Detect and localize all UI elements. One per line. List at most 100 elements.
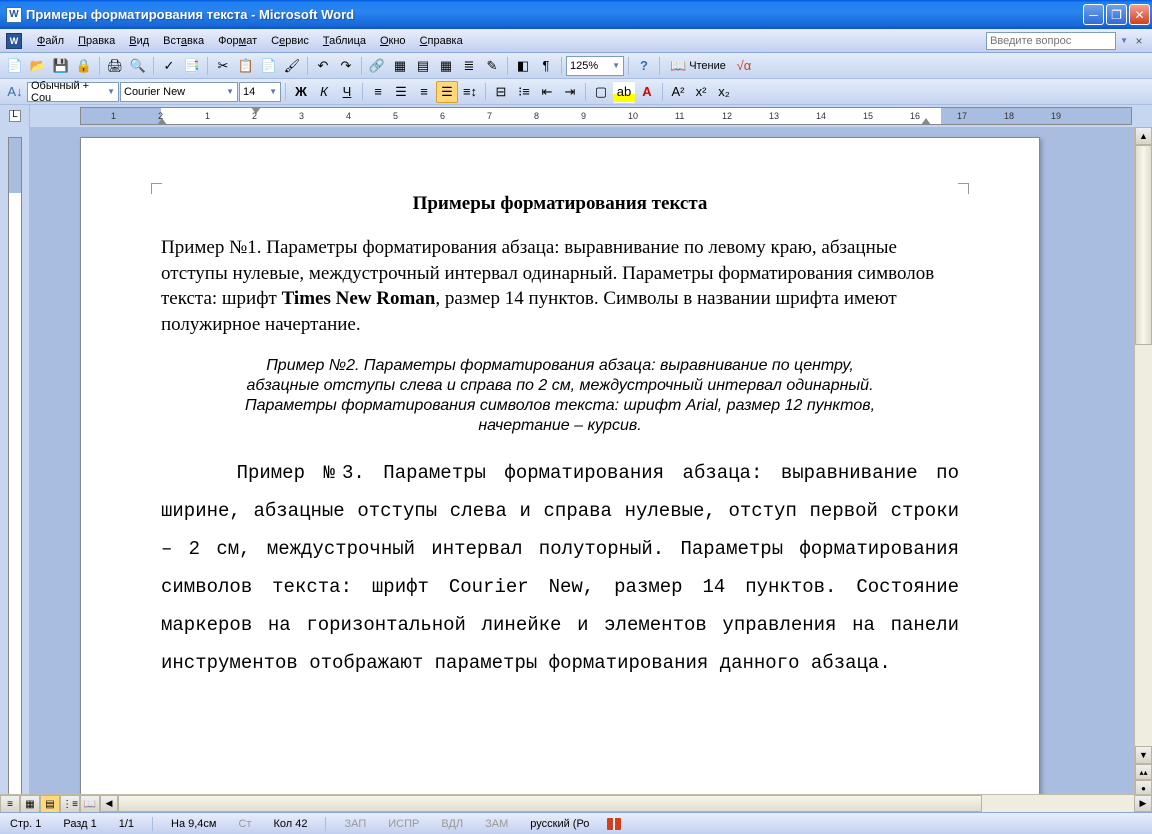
show-marks-button[interactable]: ¶: [535, 55, 557, 77]
tables-borders-button[interactable]: ▦: [389, 55, 411, 77]
menu-help[interactable]: Справка: [413, 32, 470, 50]
prev-page-button[interactable]: ▴▴: [1135, 764, 1152, 780]
minimize-button[interactable]: ─: [1083, 4, 1104, 25]
paste-button[interactable]: 📄: [258, 55, 280, 77]
menu-format[interactable]: Формат: [211, 32, 264, 50]
document-scroll[interactable]: Примеры форматирования текста Пример №1.…: [30, 127, 1134, 812]
formula-button[interactable]: √α: [733, 55, 755, 77]
open-button[interactable]: 📂: [27, 55, 49, 77]
right-indent-icon[interactable]: [921, 118, 931, 125]
italic-button[interactable]: К: [313, 81, 335, 103]
status-ext[interactable]: ВДЛ: [437, 818, 467, 830]
vertical-ruler[interactable]: [0, 127, 30, 812]
tab-selector[interactable]: └: [0, 105, 30, 127]
reading-view-button[interactable]: 📖: [80, 795, 100, 813]
scroll-up-button[interactable]: ▲: [1135, 127, 1152, 145]
example-3-paragraph[interactable]: Пример №3. Параметры форматирования абза…: [161, 454, 959, 682]
excel-button[interactable]: ▦: [435, 55, 457, 77]
help-search-input[interactable]: [986, 32, 1116, 50]
web-view-button[interactable]: ▦: [20, 795, 40, 813]
menu-file[interactable]: Файл: [30, 32, 71, 50]
help-dropdown-icon[interactable]: ▼: [1120, 36, 1128, 45]
example-1-paragraph[interactable]: Пример №1. Параметры форматирования абза…: [161, 235, 959, 338]
font-combo[interactable]: Courier New▼: [120, 82, 238, 102]
menu-view[interactable]: Вид: [122, 32, 156, 50]
line-spacing-button[interactable]: ≡↕: [459, 81, 481, 103]
outline-view-button[interactable]: ⋮≡: [60, 795, 80, 813]
scroll-down-button[interactable]: ▼: [1135, 746, 1152, 764]
research-button[interactable]: 📑: [181, 55, 203, 77]
highlight-button[interactable]: ab: [613, 81, 635, 103]
menu-file-text: айл: [45, 35, 64, 47]
scroll-left-button[interactable]: ◀: [100, 795, 118, 812]
word-icon: W: [6, 33, 22, 49]
print-layout-view-button[interactable]: ▤: [40, 795, 60, 813]
subscript-button[interactable]: x²: [690, 81, 712, 103]
app-icon: W: [6, 7, 22, 23]
status-bar: Стр. 1 Разд 1 1/1 На 9,4см Ст Кол 42 ЗАП…: [0, 812, 1152, 834]
print-preview-button[interactable]: 🔍: [127, 55, 149, 77]
cut-button[interactable]: ✂: [212, 55, 234, 77]
doc-map-button[interactable]: ◧: [512, 55, 534, 77]
columns-button[interactable]: ≣: [458, 55, 480, 77]
font-size-combo[interactable]: 14▼: [239, 82, 281, 102]
insert-table-button[interactable]: ▤: [412, 55, 434, 77]
subscript2-button[interactable]: x₂: [713, 81, 735, 103]
vertical-scrollbar[interactable]: ▲ ▼ ▴▴ ● ▾▾: [1134, 127, 1152, 812]
status-rec[interactable]: ЗАП: [340, 818, 370, 830]
zoom-combo[interactable]: 125%▼: [566, 56, 624, 76]
close-button[interactable]: ✕: [1129, 4, 1150, 25]
menu-insert[interactable]: Вставка: [156, 32, 211, 50]
save-button[interactable]: 💾: [50, 55, 72, 77]
spell-status-icon[interactable]: [607, 818, 621, 830]
underline-button[interactable]: Ч: [336, 81, 358, 103]
decrease-indent-button[interactable]: ⇤: [536, 81, 558, 103]
print-button[interactable]: 🖨: [104, 55, 126, 77]
status-section: Разд 1: [59, 818, 100, 830]
numbering-button[interactable]: ⊟: [490, 81, 512, 103]
help-button[interactable]: ?: [633, 55, 655, 77]
styles-pane-button[interactable]: A↓: [4, 81, 26, 103]
menu-window[interactable]: Окно: [373, 32, 413, 50]
hscroll-track[interactable]: [118, 795, 1134, 812]
maximize-button[interactable]: ❐: [1106, 4, 1127, 25]
spelling-button[interactable]: ✓: [158, 55, 180, 77]
borders-button[interactable]: ▢: [590, 81, 612, 103]
permissions-button[interactable]: 🔒: [73, 55, 95, 77]
normal-view-button[interactable]: ≡: [0, 795, 20, 813]
menu-edit[interactable]: Правка: [71, 32, 122, 50]
style-combo[interactable]: Обычный + Cou▼: [27, 82, 119, 102]
hyperlink-button[interactable]: 🔗: [366, 55, 388, 77]
title-bar: W Примеры форматирования текста - Micros…: [0, 0, 1152, 29]
bold-button[interactable]: Ж: [290, 81, 312, 103]
redo-button[interactable]: ↷: [335, 55, 357, 77]
bullets-button[interactable]: ⁝≡: [513, 81, 535, 103]
align-justify-button[interactable]: ☰: [436, 81, 458, 103]
read-mode-button[interactable]: 📖 Чтение: [664, 55, 732, 77]
scroll-right-button[interactable]: ▶: [1134, 795, 1152, 812]
format-painter-button[interactable]: 🖌: [281, 55, 303, 77]
document-page[interactable]: Примеры форматирования текста Пример №1.…: [80, 137, 1040, 812]
scroll-thumb[interactable]: [1135, 145, 1152, 345]
hscroll-thumb[interactable]: [118, 795, 982, 812]
work-area: Примеры форматирования текста Пример №1.…: [0, 127, 1152, 812]
font-color-button[interactable]: A: [636, 81, 658, 103]
horizontal-ruler[interactable]: 1212345678910111213141516171819: [80, 107, 1132, 125]
align-left-button[interactable]: ≡: [367, 81, 389, 103]
drawing-button[interactable]: ✎: [481, 55, 503, 77]
menu-table[interactable]: Таблица: [316, 32, 373, 50]
status-ovr[interactable]: ЗАМ: [481, 818, 512, 830]
status-lang[interactable]: русский (Ро: [526, 818, 593, 830]
close-help-button[interactable]: ×: [1132, 34, 1146, 48]
undo-button[interactable]: ↶: [312, 55, 334, 77]
copy-button[interactable]: 📋: [235, 55, 257, 77]
superscript-button[interactable]: A²: [667, 81, 689, 103]
new-doc-button[interactable]: 📄: [4, 55, 26, 77]
menu-tools[interactable]: Сервис: [264, 32, 316, 50]
increase-indent-button[interactable]: ⇥: [559, 81, 581, 103]
align-center-button[interactable]: ☰: [390, 81, 412, 103]
example-2-paragraph[interactable]: Пример №2. Параметры форматирования абза…: [231, 356, 889, 436]
status-trk[interactable]: ИСПР: [384, 818, 423, 830]
align-right-button[interactable]: ≡: [413, 81, 435, 103]
formatting-toolbar: A↓ Обычный + Cou▼ Courier New▼ 14▼ Ж К Ч…: [0, 79, 1152, 105]
